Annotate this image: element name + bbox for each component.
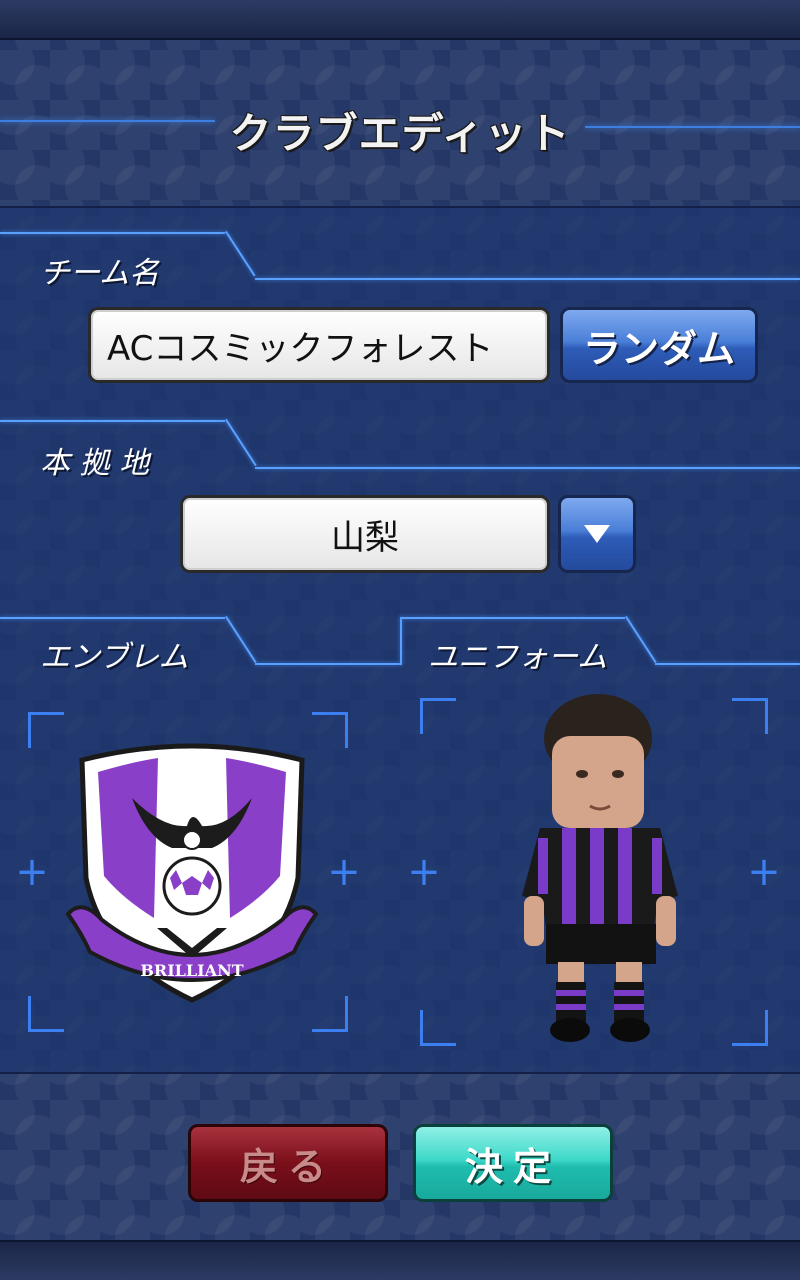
emblem-tab-line <box>0 617 225 619</box>
player-uniform-icon <box>522 694 678 1042</box>
emblem-frame[interactable]: + + BRILLIANT <box>15 712 361 1032</box>
random-button-label: ランダム <box>582 326 735 371</box>
frame-corner-bl <box>420 1010 456 1046</box>
back-button-label: 戻る <box>239 1144 336 1189</box>
confirm-button[interactable]: 決定 <box>413 1124 613 1202</box>
triangle-down-icon <box>584 525 610 543</box>
emblem-divider <box>255 663 400 665</box>
hometown-select[interactable]: 山梨 <box>180 495 550 573</box>
bottom-bar <box>0 1240 800 1280</box>
team-name-label: チーム名 <box>40 256 160 291</box>
uniform-frame[interactable]: + + <box>407 694 781 1046</box>
team-name-field[interactable]: ACコスミックフォレスト <box>88 307 550 383</box>
hometown-value: 山梨 <box>331 517 399 558</box>
emblem-banner-text: BRILLIANT <box>140 961 243 980</box>
plus-icon: + <box>15 849 49 895</box>
back-button[interactable]: 戻る <box>188 1124 388 1202</box>
top-bar <box>0 0 800 40</box>
uniform-tab-line <box>400 617 625 619</box>
uniform-divider <box>655 663 800 665</box>
frame-corner-tl <box>420 698 456 734</box>
frame-corner-bl <box>28 996 64 1032</box>
frame-corner-tl <box>28 712 64 748</box>
hometown-label: 本 拠 地 <box>40 446 150 481</box>
hometown-tab-line <box>0 420 225 422</box>
uniform-left-edge <box>400 617 402 665</box>
emblem-label: エンブレム <box>40 640 189 675</box>
uniform-label: ユニフォーム <box>428 640 608 675</box>
frame-corner-tr <box>732 698 768 734</box>
hometown-divider <box>255 467 800 469</box>
plus-icon: + <box>327 849 361 895</box>
page-title: クラブエディット <box>229 109 571 158</box>
title-area: クラブエディット <box>0 40 800 206</box>
random-button[interactable]: ランダム <box>560 307 758 383</box>
plus-icon: + <box>407 849 441 895</box>
team-name-divider <box>255 278 800 280</box>
confirm-button-label: 決定 <box>464 1144 561 1189</box>
plus-icon: + <box>747 849 781 895</box>
emblem-shield-icon: BRILLIANT <box>65 743 319 1003</box>
team-name-value: ACコスミックフォレスト <box>107 328 494 369</box>
hometown-dropdown-button[interactable] <box>558 495 636 573</box>
team-name-tab-line <box>0 232 225 234</box>
frame-corner-br <box>732 1010 768 1046</box>
